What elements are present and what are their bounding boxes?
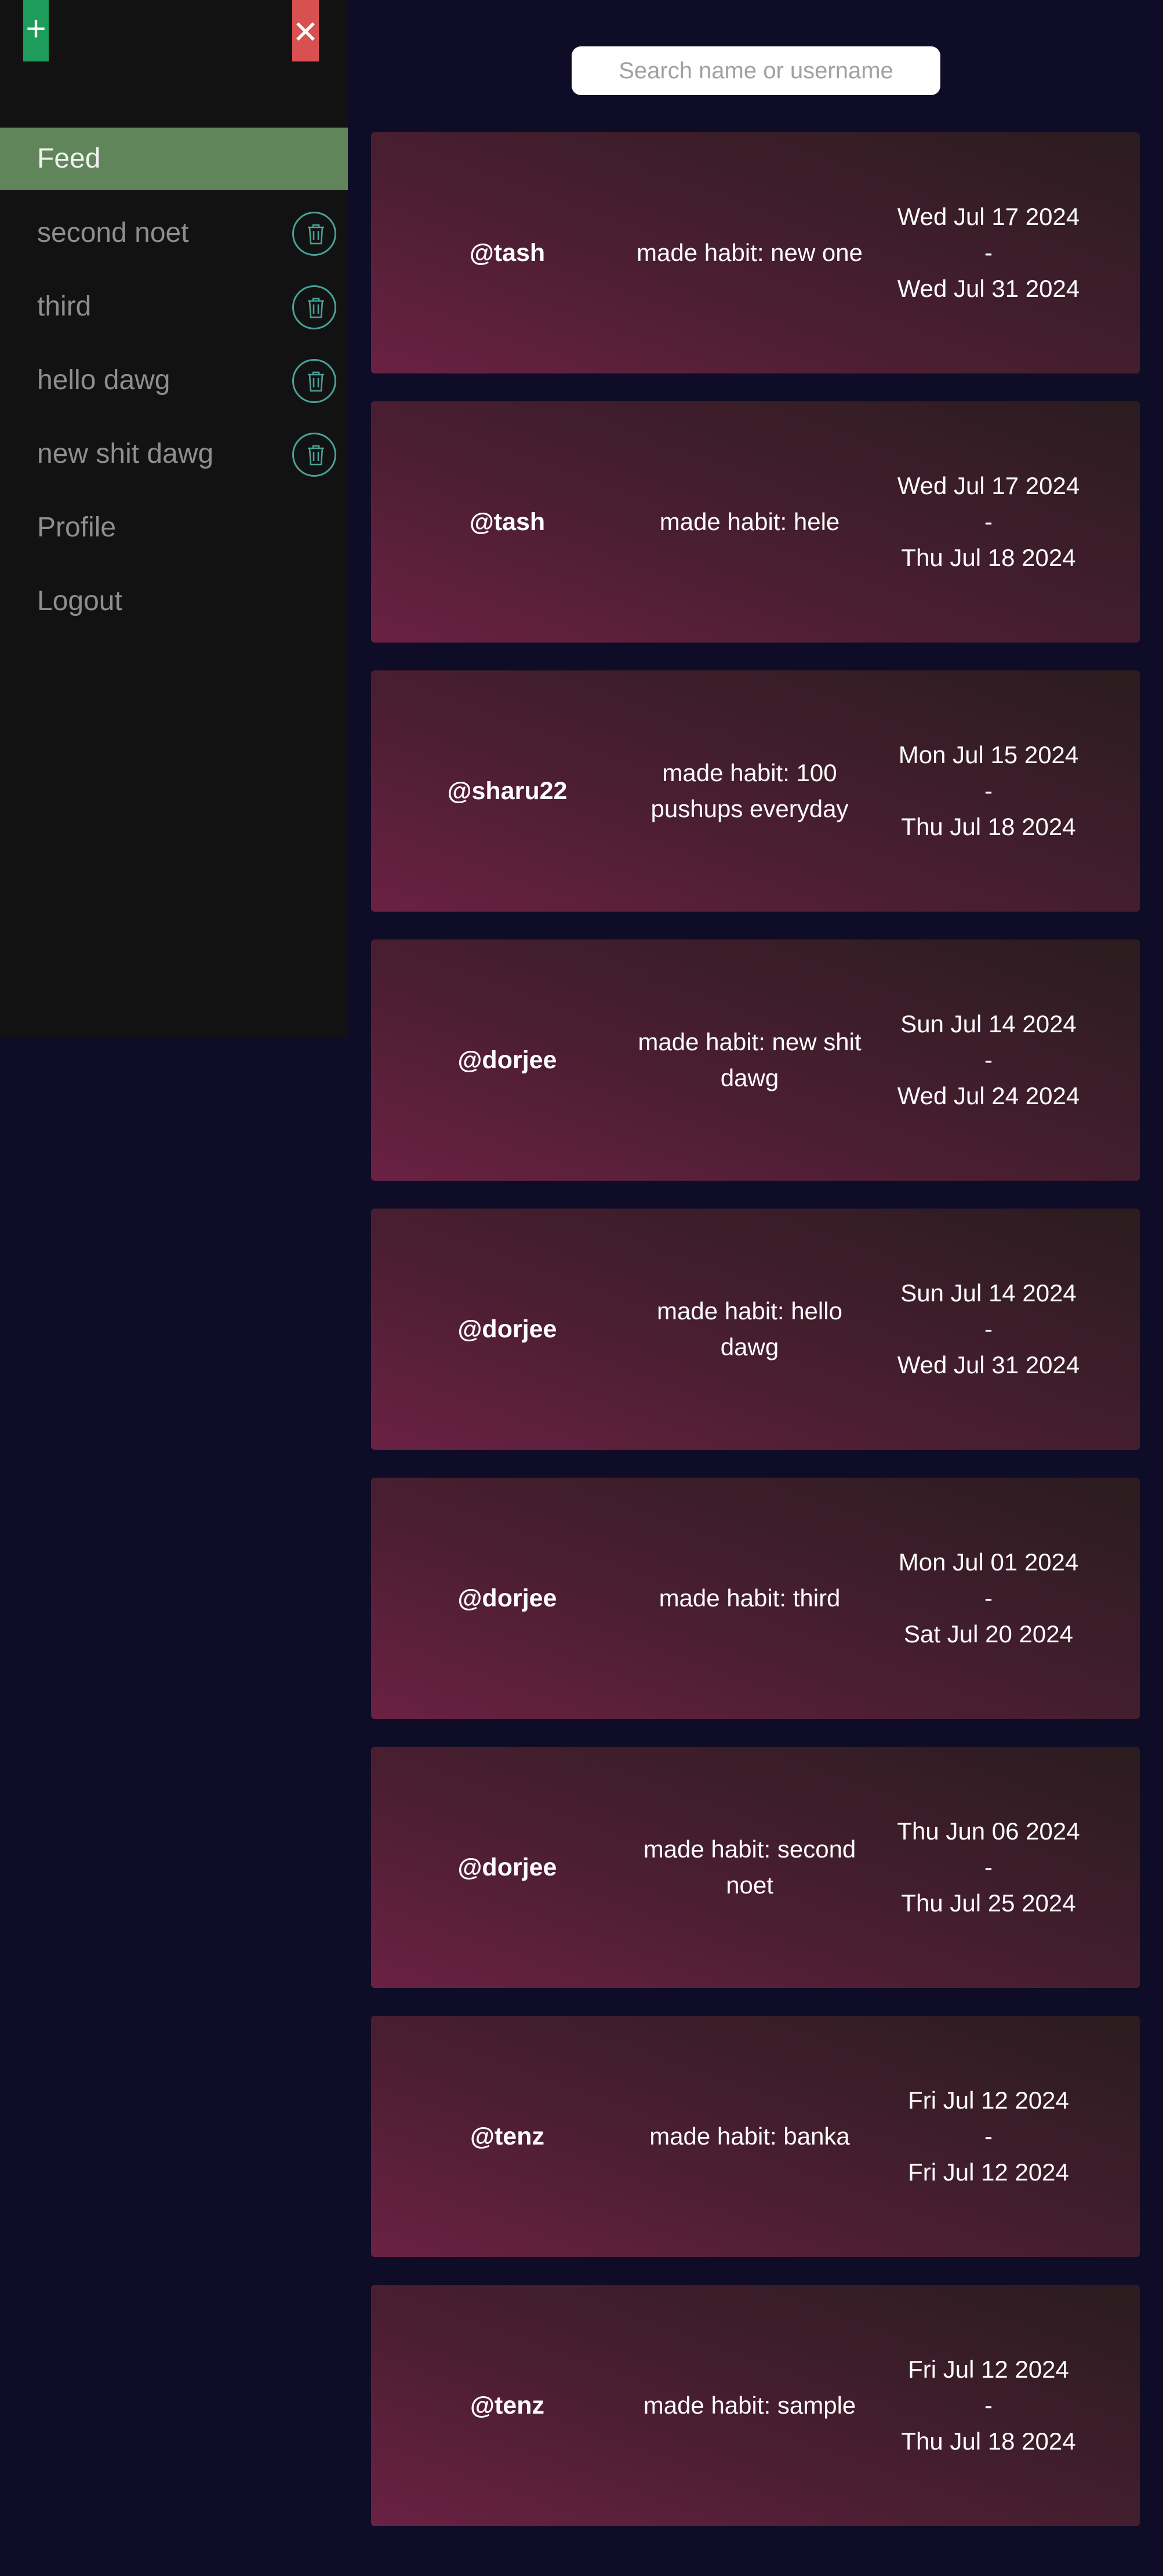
- feed-date-range: Sun Jul 14 2024 - Wed Jul 31 2024: [893, 1209, 1084, 1450]
- date-separator: -: [984, 1315, 993, 1343]
- trash-icon[interactable]: [292, 212, 336, 256]
- sidebar-item-feed[interactable]: Feed: [0, 128, 348, 190]
- sidebar-item-label: Logout: [37, 586, 122, 616]
- date-separator: -: [984, 1853, 993, 1881]
- start-date: Wed Jul 17 2024: [897, 203, 1080, 230]
- add-habit-button[interactable]: +: [23, 0, 49, 61]
- end-date: Sat Jul 20 2024: [904, 1620, 1073, 1648]
- trash-icon[interactable]: [292, 285, 336, 329]
- sidebar-item-new-shit-dawg[interactable]: new shit dawg: [0, 423, 348, 485]
- feed-date-range: Mon Jul 15 2024 - Thu Jul 18 2024: [893, 670, 1084, 912]
- feed-card: @dorjee made habit: second noet Thu Jun …: [371, 1747, 1140, 1988]
- end-date: Wed Jul 31 2024: [897, 275, 1080, 302]
- start-date: Sun Jul 14 2024: [900, 1279, 1077, 1307]
- feed-habit: made habit: hele: [659, 508, 840, 535]
- end-date: Thu Jul 18 2024: [901, 813, 1076, 840]
- start-date: Fri Jul 12 2024: [908, 2087, 1069, 2114]
- date-separator: -: [984, 239, 993, 266]
- sidebar-item-label: third: [37, 291, 92, 322]
- end-date: Thu Jul 18 2024: [901, 2428, 1076, 2455]
- feed-card: @tenz made habit: banka Fri Jul 12 2024 …: [371, 2016, 1140, 2257]
- feed-habit: made habit: 100 pushups everyday: [650, 759, 849, 822]
- feed-habit: made habit: third: [659, 1584, 841, 1612]
- start-date: Fri Jul 12 2024: [908, 2356, 1069, 2383]
- feed-card: @tash made habit: new one Wed Jul 17 202…: [371, 132, 1140, 373]
- feed-habit: made habit: hello dawg: [657, 1297, 842, 1360]
- feed-username[interactable]: @dorjee: [371, 1747, 644, 1988]
- end-date: Thu Jul 18 2024: [901, 544, 1076, 571]
- end-date: Thu Jul 25 2024: [901, 1889, 1076, 1917]
- trash-icon[interactable]: [292, 433, 336, 477]
- end-date: Wed Jul 31 2024: [897, 1351, 1080, 1378]
- end-date: Wed Jul 24 2024: [897, 1082, 1080, 1109]
- sidebar-item-label: hello dawg: [37, 365, 170, 396]
- feed-username[interactable]: @dorjee: [371, 1209, 644, 1450]
- feed-username[interactable]: @tash: [371, 132, 644, 373]
- sidebar-item-profile[interactable]: Profile: [0, 496, 348, 559]
- date-separator: -: [984, 777, 993, 804]
- sidebar-item-label: Profile: [37, 512, 117, 543]
- date-separator: -: [984, 1046, 993, 1073]
- sidebar-item-second-noet[interactable]: second noet: [0, 202, 348, 264]
- trash-icon[interactable]: [292, 359, 336, 403]
- sidebar-item-third[interactable]: third: [0, 275, 348, 338]
- feed-card: @dorjee made habit: third Mon Jul 01 202…: [371, 1478, 1140, 1719]
- feed-habit: made habit: new shit dawg: [638, 1028, 862, 1091]
- feed-date-range: Wed Jul 17 2024 - Wed Jul 31 2024: [893, 132, 1084, 373]
- sidebar-item-label: Feed: [37, 143, 101, 174]
- close-sidebar-button[interactable]: ✕: [292, 0, 319, 61]
- feed-date-range: Fri Jul 12 2024 - Thu Jul 18 2024: [893, 2285, 1084, 2526]
- feed-habit: made habit: second noet: [643, 1835, 856, 1899]
- sidebar-item-label: second noet: [37, 217, 189, 248]
- sidebar: + ✕ Feed second noet third hello dawg ne…: [0, 0, 348, 1038]
- date-separator: -: [984, 508, 993, 535]
- feed-date-range: Thu Jun 06 2024 - Thu Jul 25 2024: [893, 1747, 1084, 1988]
- end-date: Fri Jul 12 2024: [908, 2158, 1069, 2186]
- feed-card: @tenz made habit: sample Fri Jul 12 2024…: [371, 2285, 1140, 2526]
- date-separator: -: [984, 2392, 993, 2419]
- sidebar-item-logout[interactable]: Logout: [0, 570, 348, 633]
- start-date: Thu Jun 06 2024: [897, 1817, 1080, 1845]
- feed-card: @sharu22 made habit: 100 pushups everyda…: [371, 670, 1140, 912]
- feed-card: @dorjee made habit: hello dawg Sun Jul 1…: [371, 1209, 1140, 1450]
- feed-username[interactable]: @tenz: [371, 2016, 644, 2257]
- start-date: Mon Jul 01 2024: [898, 1548, 1079, 1576]
- feed-username[interactable]: @tenz: [371, 2285, 644, 2526]
- feed-date-range: Fri Jul 12 2024 - Fri Jul 12 2024: [893, 2016, 1084, 2257]
- feed-habit: made habit: new one: [637, 239, 863, 266]
- feed-username[interactable]: @sharu22: [371, 670, 644, 912]
- feed-card: @dorjee made habit: new shit dawg Sun Ju…: [371, 939, 1140, 1181]
- feed-username[interactable]: @dorjee: [371, 939, 644, 1181]
- feed-date-range: Sun Jul 14 2024 - Wed Jul 24 2024: [893, 939, 1084, 1181]
- feed-habit: made habit: banka: [649, 2123, 850, 2150]
- feed-card: @tash made habit: hele Wed Jul 17 2024 -…: [371, 401, 1140, 643]
- date-separator: -: [984, 1584, 993, 1612]
- feed-username[interactable]: @dorjee: [371, 1478, 644, 1719]
- sidebar-item-label: new shit dawg: [37, 438, 214, 469]
- feed-username[interactable]: @tash: [371, 401, 644, 643]
- start-date: Mon Jul 15 2024: [898, 741, 1079, 768]
- feed-date-range: Wed Jul 17 2024 - Thu Jul 18 2024: [893, 401, 1084, 643]
- sidebar-item-hello-dawg[interactable]: hello dawg: [0, 349, 348, 412]
- feed-habit: made habit: sample: [643, 2392, 856, 2419]
- start-date: Wed Jul 17 2024: [897, 472, 1080, 499]
- search-input[interactable]: [572, 46, 940, 95]
- feed-date-range: Mon Jul 01 2024 - Sat Jul 20 2024: [893, 1478, 1084, 1719]
- date-separator: -: [984, 2123, 993, 2150]
- start-date: Sun Jul 14 2024: [900, 1010, 1077, 1037]
